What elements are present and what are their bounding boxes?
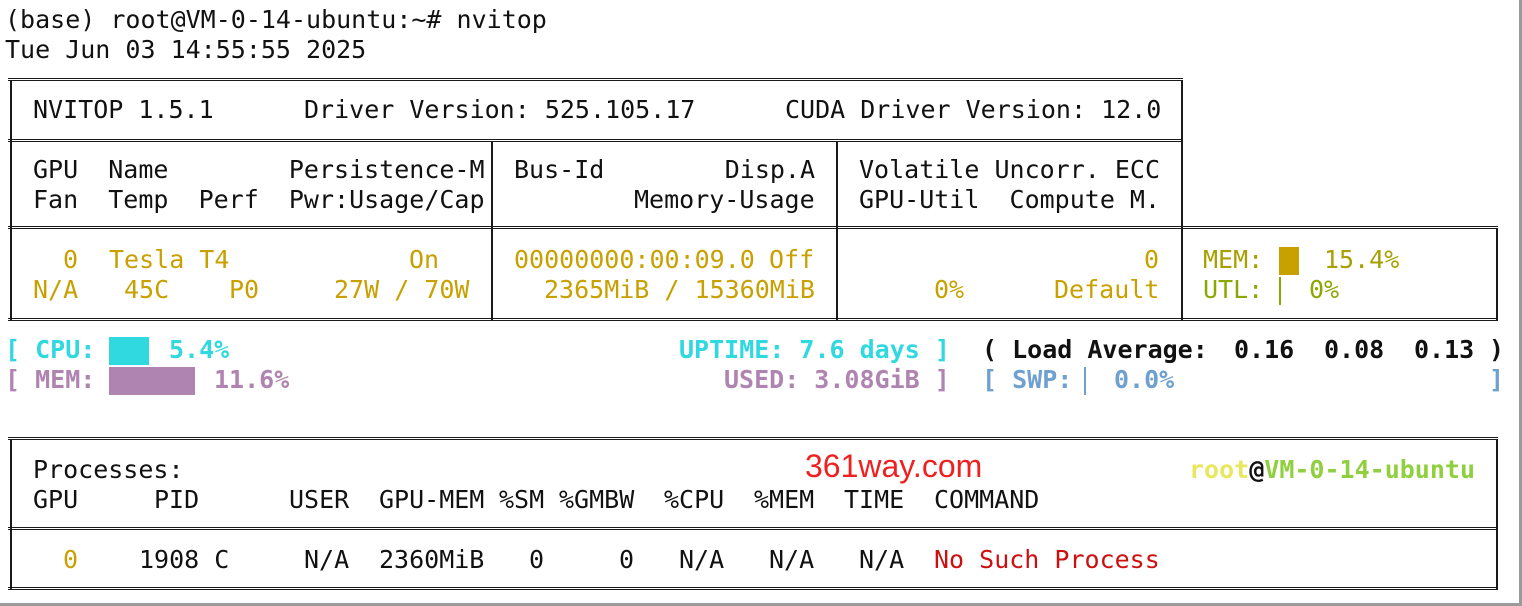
proc-user: N/A bbox=[304, 545, 350, 574]
load-15min: 0.13 bbox=[1414, 335, 1475, 364]
gpu-perf: P0 bbox=[229, 275, 260, 304]
watermark: 361way.com bbox=[805, 448, 983, 484]
user-name: root bbox=[1189, 455, 1250, 484]
proc-header-pid: PID bbox=[154, 485, 200, 514]
host-mem-pct: 11.6% bbox=[214, 365, 290, 394]
load-5min: 0.08 bbox=[1324, 335, 1385, 364]
processes-title: Processes: bbox=[33, 455, 184, 484]
panel-top-border bbox=[8, 78, 1183, 81]
mem-util-right-border bbox=[1496, 228, 1498, 320]
load-average-label: ( Load Average: bbox=[982, 335, 1208, 364]
gpu-bus-id: 00000000:00:09.0 bbox=[514, 245, 755, 274]
proc-mem: N/A bbox=[769, 545, 815, 574]
proc-sm: 0 bbox=[529, 545, 545, 574]
gpu-utl-pct: 0% bbox=[1309, 275, 1340, 304]
proc-header-time: TIME bbox=[844, 485, 905, 514]
proc-top-border bbox=[8, 437, 1498, 440]
nvitop-version: NVITOP 1.5.1 bbox=[33, 95, 214, 124]
proc-header-mem: %MEM bbox=[754, 485, 815, 514]
cpu-pct: 5.4% bbox=[169, 335, 230, 364]
panel-left-border bbox=[10, 80, 12, 320]
gpu-disp: Off bbox=[769, 245, 815, 274]
proc-bottom-border bbox=[8, 587, 1498, 590]
gpu-compute-mode: Default bbox=[1054, 275, 1160, 304]
gpu-utl-label: UTL: bbox=[1203, 275, 1264, 304]
col-header-ecc: Volatile Uncorr. ECC bbox=[859, 155, 1161, 184]
proc-gpu-mem: 2360MiB bbox=[379, 545, 485, 574]
gpu-utl-bar bbox=[1279, 277, 1281, 305]
gpu-row-top-border bbox=[8, 226, 1498, 229]
cpu-label: [ CPU: bbox=[5, 335, 96, 364]
proc-cpu: N/A bbox=[679, 545, 725, 574]
col-header-gpu-name: GPU Name Persistence-M bbox=[33, 155, 485, 184]
load-1min: 0.16 bbox=[1234, 335, 1295, 364]
gpu-fan: N/A bbox=[33, 275, 79, 304]
gpu-mem-label: MEM: bbox=[1203, 245, 1264, 274]
gpu-row-bottom-border bbox=[8, 318, 1498, 321]
host-mem-used: USED: 3.08GiB ] bbox=[724, 365, 950, 394]
cpu-bar bbox=[109, 337, 149, 365]
swap-pct: 0.0% bbox=[1114, 365, 1175, 394]
host-mem-bar bbox=[109, 367, 195, 395]
panel-right-border bbox=[1181, 80, 1183, 320]
proc-header-gmbw: %GMBW bbox=[559, 485, 635, 514]
proc-left-border bbox=[10, 439, 12, 589]
proc-header-cpu: %CPU bbox=[664, 485, 725, 514]
proc-header-gpu-mem: GPU-MEM bbox=[379, 485, 485, 514]
gpu-power: 27W / 70W bbox=[334, 275, 470, 304]
user-at: @ bbox=[1249, 455, 1265, 484]
col-divider-2 bbox=[836, 141, 838, 320]
gpu-persistence: On bbox=[409, 245, 440, 274]
proc-gmbw: 0 bbox=[619, 545, 635, 574]
swap-label: [ SWP: bbox=[982, 365, 1073, 394]
gpu-ecc: 0 bbox=[1144, 245, 1160, 274]
gpu-index: 0 bbox=[63, 245, 79, 274]
uptime: UPTIME: 7.6 days ] bbox=[679, 335, 950, 364]
proc-pid: 1908 C bbox=[139, 545, 230, 574]
gpu-mem-pct: 15.4% bbox=[1324, 245, 1400, 274]
gpu-memory-usage: 2365MiB / 15360MiB bbox=[544, 275, 815, 304]
gpu-temp: 45C bbox=[124, 275, 170, 304]
proc-command: No Such Process bbox=[934, 545, 1160, 574]
proc-header-divider bbox=[8, 527, 1498, 530]
driver-version: Driver Version: 525.105.17 bbox=[304, 95, 696, 124]
cuda-version: CUDA Driver Version: 12.0 bbox=[785, 95, 1162, 124]
gpu-mem-bar bbox=[1279, 247, 1299, 275]
col-header-fan-temp: Fan Temp Perf Pwr:Usage/Cap bbox=[33, 185, 485, 214]
load-close: ) bbox=[1489, 335, 1505, 364]
proc-header-sm: %SM bbox=[499, 485, 545, 514]
col-divider-1 bbox=[491, 141, 493, 320]
swap-close: ] bbox=[1489, 365, 1505, 394]
col-header-util: GPU-Util Compute M. bbox=[859, 185, 1161, 214]
proc-header-user: USER bbox=[289, 485, 350, 514]
proc-right-border bbox=[1496, 439, 1498, 589]
terminal-prompt: (base) root@VM-0-14-ubuntu:~# nvitop bbox=[5, 5, 547, 34]
proc-time: N/A bbox=[859, 545, 905, 574]
header-divider bbox=[8, 139, 1183, 142]
host-name: VM-0-14-ubuntu bbox=[1264, 455, 1475, 484]
gpu-name: Tesla T4 bbox=[109, 245, 230, 274]
user-host: root@VM-0-14-ubuntu bbox=[1189, 455, 1475, 485]
col-header-bus-id: Bus-Id Disp.A bbox=[514, 155, 816, 184]
swap-bar bbox=[1084, 367, 1086, 395]
timestamp: Tue Jun 03 14:55:55 2025 bbox=[5, 35, 367, 64]
col-header-memory-usage: Memory-Usage bbox=[634, 185, 815, 214]
gpu-util: 0% bbox=[934, 275, 965, 304]
proc-gpu: 0 bbox=[63, 545, 79, 574]
proc-header-gpu: GPU bbox=[33, 485, 79, 514]
proc-header-command: COMMAND bbox=[934, 485, 1040, 514]
host-mem-label: [ MEM: bbox=[5, 365, 96, 394]
